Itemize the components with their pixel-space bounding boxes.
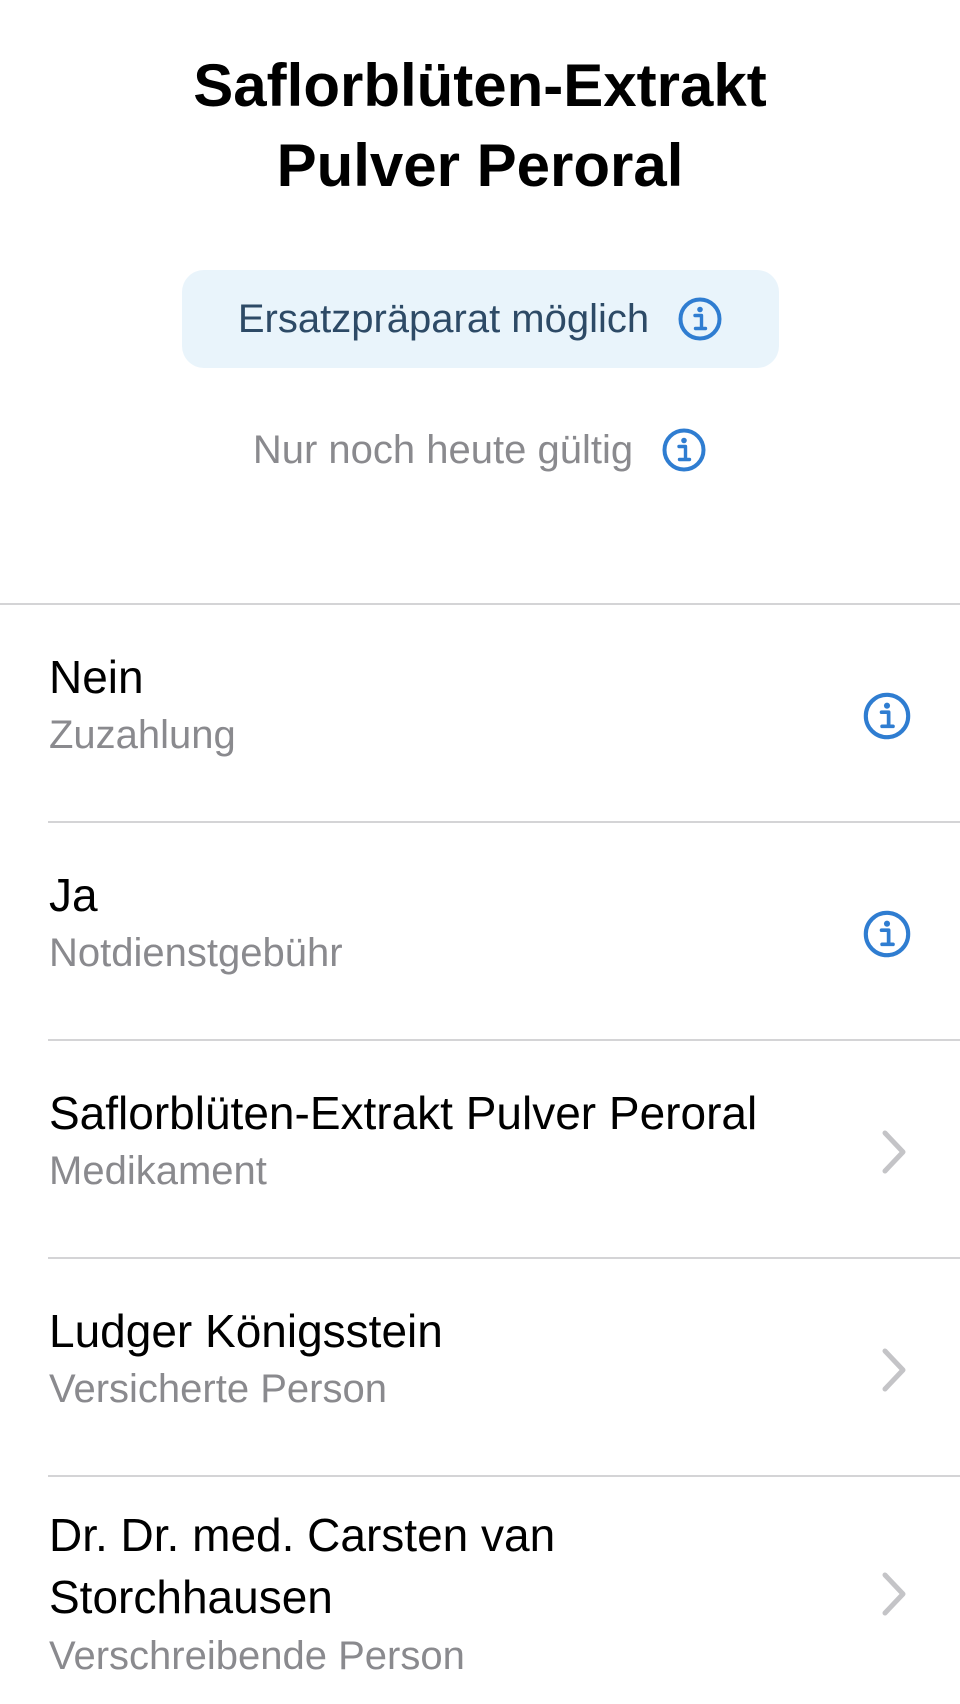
- row-value-line-2: Storchhausen: [49, 1571, 333, 1623]
- row-value-line-1: Dr. Dr. med. Carsten van: [49, 1509, 556, 1561]
- prescription-detail-screen: Saflorblüten-Extrakt Pulver Peroral Ersa…: [0, 0, 960, 1704]
- list-row-prescribing-person[interactable]: Dr. Dr. med. Carsten van Storchhausen Ve…: [0, 1477, 960, 1704]
- row-value: Nein: [49, 651, 144, 703]
- validity-status[interactable]: Nur noch heute gültig: [0, 420, 960, 480]
- chevron-right-icon[interactable]: [880, 1571, 908, 1622]
- list-row-insured-person[interactable]: Ludger Königsstein Versicherte Person: [0, 1259, 960, 1477]
- info-circle-icon[interactable]: [862, 909, 912, 959]
- page-title-line-2: Pulver Peroral: [276, 132, 684, 199]
- substitution-possible-chip[interactable]: Ersatzpräparat möglich: [182, 270, 779, 368]
- list-row-medication[interactable]: Saflorblüten-Extrakt Pulver Peroral Medi…: [0, 1041, 960, 1259]
- info-circle-icon[interactable]: [677, 296, 723, 342]
- substitution-possible-label: Ersatzpräparat möglich: [237, 296, 650, 341]
- page-title: Saflorblüten-Extrakt Pulver Peroral: [0, 46, 960, 206]
- list-row-emergency-fee[interactable]: Ja Notdienstgebühr: [0, 823, 960, 1041]
- row-label: Notdienstgebühr: [49, 931, 343, 975]
- chevron-right-icon[interactable]: [880, 1129, 908, 1180]
- row-label: Medikament: [49, 1149, 267, 1193]
- row-value: Ja: [49, 869, 98, 921]
- validity-label: Nur noch heute gültig: [252, 427, 634, 472]
- chevron-right-icon[interactable]: [880, 1347, 908, 1398]
- row-label: Verschreibende Person: [49, 1634, 465, 1678]
- page-title-line-1: Saflorblüten-Extrakt: [193, 52, 767, 119]
- info-circle-icon[interactable]: [661, 427, 707, 473]
- row-value: Dr. Dr. med. Carsten van Storchhausen: [49, 1504, 829, 1628]
- row-label: Versicherte Person: [49, 1367, 387, 1411]
- row-value: Saflorblüten-Extrakt Pulver Peroral: [49, 1087, 758, 1139]
- row-value: Ludger Königsstein: [49, 1305, 443, 1357]
- row-label: Zuzahlung: [49, 713, 236, 757]
- list-row-co-payment[interactable]: Nein Zuzahlung: [0, 605, 960, 823]
- info-circle-icon[interactable]: [862, 691, 912, 741]
